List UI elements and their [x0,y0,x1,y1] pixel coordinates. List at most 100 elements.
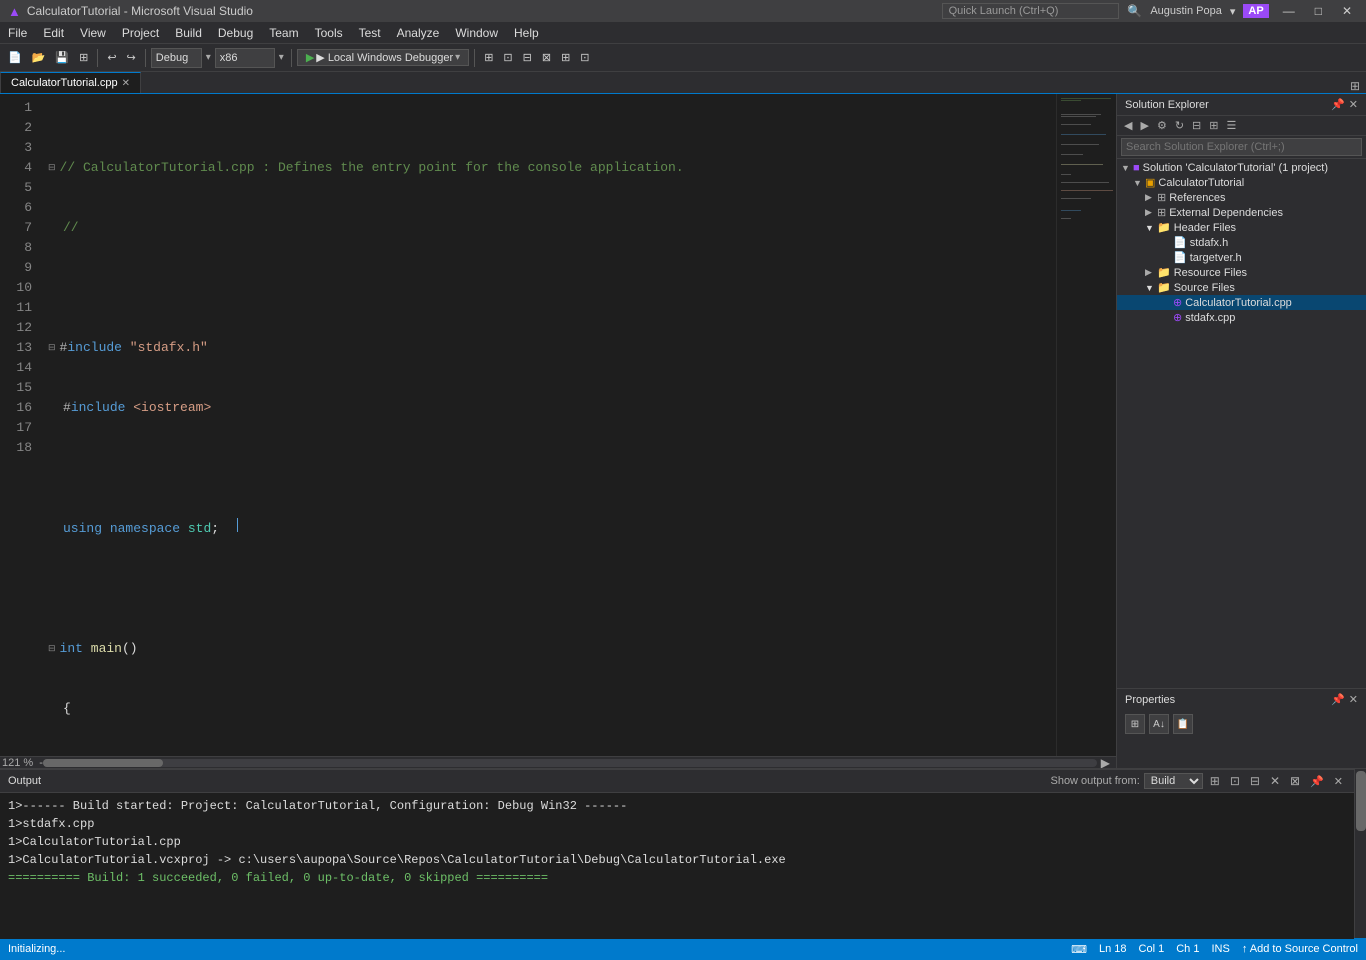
tb-extra2[interactable]: ⊡ [499,49,516,66]
output-scrollbar[interactable] [1354,769,1366,938]
se-tb-filter[interactable]: ⊞ [1206,118,1221,133]
quick-launch[interactable]: Quick Launch (Ctrl+Q) [942,3,1120,19]
tb-extra1[interactable]: ⊞ [480,49,497,66]
output-close[interactable]: ✕ [1331,775,1346,788]
prop-pin[interactable]: 📌 [1331,693,1345,706]
tb-extra4[interactable]: ⊠ [538,49,555,66]
menu-edit[interactable]: Edit [35,24,72,42]
editor-area: 1 2 3 4 5 6 7 8 9 10 11 12 13 14 15 16 1… [0,94,1116,768]
tb-new[interactable]: 📄 [4,49,26,66]
status-ch: Ch 1 [1176,943,1199,956]
status-text: Initializing... [8,943,65,955]
menu-build[interactable]: Build [167,24,210,42]
source-control-btn[interactable]: ↑ Add to Source Control [1242,943,1358,956]
tab-calculatortutorial[interactable]: CalculatorTutorial.cpp ✕ [0,72,141,93]
tree-source-files[interactable]: ▼ 📁 Source Files [1117,280,1366,295]
tb-extra5[interactable]: ⊞ [557,49,574,66]
close-btn[interactable]: ✕ [1336,4,1358,18]
se-tb-forward[interactable]: ▶ [1137,118,1151,133]
output-tb-3[interactable]: ⊟ [1247,774,1263,788]
se-search-input[interactable] [1121,138,1362,156]
code-line-3 [48,278,1048,298]
maximize-btn[interactable]: □ [1309,4,1328,18]
code-editor[interactable]: ⊟// CalculatorTutorial.cpp : Defines the… [40,94,1056,756]
tree-stdafx-cpp[interactable]: ⊕ stdafx.cpp [1117,310,1366,325]
se-pin[interactable]: 📌 [1331,98,1345,111]
menu-tools[interactable]: Tools [307,24,351,42]
user-dropdown[interactable]: ▾ [1230,5,1236,18]
tab-add-btn[interactable]: ⊞ [1344,79,1366,93]
output-pin[interactable]: 📌 [1307,775,1327,788]
tab-close[interactable]: ✕ [122,78,130,89]
fold-9[interactable]: ⊟ [48,639,56,659]
se-tb-collapse[interactable]: ⊟ [1189,118,1204,133]
output-scroll-thumb[interactable] [1356,771,1366,831]
title-bar: ▲ CalculatorTutorial - Microsoft Visual … [0,0,1366,22]
tb-sep2 [145,49,146,67]
tb-save[interactable]: 💾 [51,49,73,66]
tb-undo[interactable]: ↩ [103,49,120,66]
output-tb-5[interactable]: ⊠ [1287,774,1303,788]
out-line-2: 1>stdafx.cpp [8,815,1346,833]
output-title-label: Output [8,775,41,787]
prop-alpha[interactable]: A↓ [1149,714,1169,734]
prop-close[interactable]: ✕ [1349,693,1358,706]
tb-extra6[interactable]: ⊡ [576,49,593,66]
menu-file[interactable]: File [0,24,35,42]
menu-view[interactable]: View [72,24,114,42]
menu-team[interactable]: Team [261,24,306,42]
fold-4[interactable]: ⊟ [48,338,56,358]
menu-test[interactable]: Test [351,24,389,42]
scroll-right-arrow[interactable]: ▶ [1097,756,1114,769]
debug-config-dropdown[interactable]: Debug Release [151,48,202,68]
tb-saveall[interactable]: ⊞ [75,49,92,66]
se-close[interactable]: ✕ [1349,98,1358,111]
menu-help[interactable]: Help [506,24,547,42]
targetver-h-icon: 📄 [1173,251,1187,264]
output-tb-2[interactable]: ⊡ [1227,774,1243,788]
se-tb-more[interactable]: ☰ [1223,118,1239,133]
output-tb-4[interactable]: ✕ [1267,774,1283,788]
scroll-track[interactable] [43,759,1097,767]
tree-stdafx-h[interactable]: 📄 stdafx.h [1117,235,1366,250]
menu-debug[interactable]: Debug [210,24,261,42]
config-arrow: ▾ [204,52,213,63]
tree-ext-deps[interactable]: ▶ ⊞ External Dependencies [1117,205,1366,220]
menu-analyze[interactable]: Analyze [389,24,448,42]
tree-header-files[interactable]: ▼ 📁 Header Files [1117,220,1366,235]
se-tb-props[interactable]: ⚙ [1154,118,1170,133]
prop-title-actions: 📌 ✕ [1331,693,1358,706]
tree-solution[interactable]: ▼ ■ Solution 'CalculatorTutorial' (1 pro… [1117,161,1366,175]
tb-extra3[interactable]: ⊟ [519,49,536,66]
bottom-panels: Output Show output from: Build Debug ⊞ ⊡… [0,768,1366,938]
se-title-bar: Solution Explorer 📌 ✕ [1117,94,1366,116]
output-source-dropdown[interactable]: Build Debug [1144,773,1203,789]
tb-redo[interactable]: ↪ [123,49,140,66]
tree-resource-files[interactable]: ▶ 📁 Resource Files [1117,265,1366,280]
tb-open[interactable]: 📂 [28,49,50,66]
minimize-btn[interactable]: — [1277,4,1301,18]
properties-panel: Properties 📌 ✕ ⊞ A↓ 📋 [1117,688,1366,768]
horizontal-scrollbar[interactable]: 121 % - ▶ [0,756,1116,768]
prop-categorized[interactable]: ⊞ [1125,714,1145,734]
scroll-thumb[interactable] [43,759,163,767]
se-tb-back[interactable]: ◀ [1121,118,1135,133]
run-debugger-btn[interactable]: ▶ ▶ Local Windows Debugger ▾ [297,49,469,66]
menu-project[interactable]: Project [114,24,167,42]
prop-pages[interactable]: 📋 [1173,714,1193,734]
cpp-label: CalculatorTutorial.cpp [1185,297,1292,309]
tree-references[interactable]: ▶ ⊞ References [1117,190,1366,205]
references-arrow: ▶ [1145,192,1157,203]
platform-dropdown[interactable]: x86 x64 [215,48,275,68]
output-tb-1[interactable]: ⊞ [1207,774,1223,788]
code-line-2: // [63,218,79,238]
se-tb-refresh[interactable]: ↻ [1172,118,1187,133]
menu-window[interactable]: Window [447,24,506,42]
tree-targetver-h[interactable]: 📄 targetver.h [1117,250,1366,265]
menu-bar: File Edit View Project Build Debug Team … [0,22,1366,44]
se-tree: ▼ ■ Solution 'CalculatorTutorial' (1 pro… [1117,159,1366,688]
tree-project[interactable]: ▼ ▣ CalculatorTutorial [1117,175,1366,190]
tree-calculatortutorial-cpp[interactable]: ⊕ CalculatorTutorial.cpp [1117,295,1366,310]
fold-1[interactable]: ⊟ [48,158,56,178]
ext-deps-arrow: ▶ [1145,207,1157,218]
